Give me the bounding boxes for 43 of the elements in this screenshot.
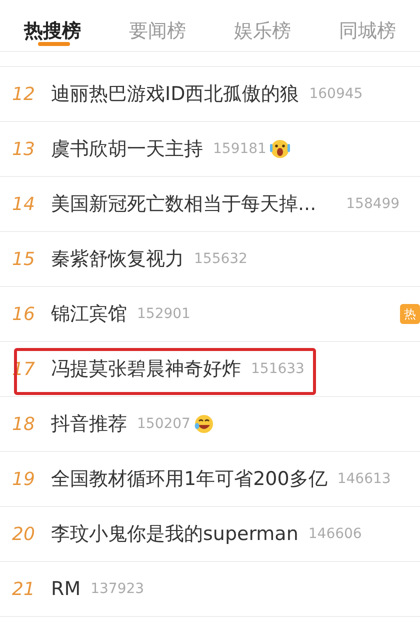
topic-row[interactable]: 12 迪丽热巴游戏ID西北孤傲的狼 160945 xyxy=(0,67,420,122)
topic-title[interactable]: 李玟小鬼你是我的superman xyxy=(51,520,298,548)
search-count: 151633 xyxy=(251,360,304,378)
topic-title[interactable]: 秦紫舒恢复视力 xyxy=(51,244,184,274)
topic-title[interactable]: 抖音推荐 xyxy=(51,410,127,438)
topic-row[interactable]: 16 锦江宾馆 152901 热 xyxy=(0,287,420,342)
topic-title[interactable]: RM xyxy=(51,574,81,604)
topic-row[interactable]: 18 抖音推荐 150207 xyxy=(0,397,420,452)
topic-title[interactable]: 冯提莫张碧晨神奇好炸 xyxy=(51,354,241,384)
tab[interactable]: 热搜榜 xyxy=(0,0,105,52)
search-count: 160945 xyxy=(309,84,363,104)
rank-number: 16 xyxy=(12,302,36,326)
laughing-emoji-icon xyxy=(194,414,214,434)
search-count: 155632 xyxy=(194,250,248,268)
search-count: 146613 xyxy=(337,470,391,488)
topic-title[interactable]: 锦江宾馆 xyxy=(51,300,127,328)
topic-row[interactable]: 20 李玟小鬼你是我的superman 146606 xyxy=(0,507,420,562)
rank-number: 13 xyxy=(12,138,36,162)
rank-number: 14 xyxy=(12,192,36,216)
topic-row[interactable]: 19 全国教材循环用1年可省200多亿 146613 xyxy=(0,452,420,507)
rank-number: 15 xyxy=(12,248,36,272)
topic-title[interactable]: 全国教材循环用1年可省200多亿 xyxy=(51,464,328,494)
rank-number: 18 xyxy=(12,412,36,436)
search-count: 159181 xyxy=(213,140,266,158)
topic-title[interactable]: 美国新冠死亡数相当于每天掉... xyxy=(51,190,316,218)
hot-badge: 热 xyxy=(400,304,420,324)
active-tab-indicator xyxy=(38,42,70,46)
search-count: 146606 xyxy=(308,524,362,544)
search-count: 137923 xyxy=(90,580,144,598)
topic-row[interactable]: 13 虞书欣胡一天主持 159181 xyxy=(0,122,420,177)
topic-title[interactable]: 虞书欣胡一天主持 xyxy=(51,134,203,164)
shocked-emoji-icon xyxy=(270,139,290,159)
rank-number: 21 xyxy=(12,578,36,602)
search-count: 150207 xyxy=(137,414,190,434)
topic-title[interactable]: 迪丽热巴游戏ID西北孤傲的狼 xyxy=(51,80,300,108)
topic-row[interactable]: 21 RM 137923 xyxy=(0,562,420,617)
rank-number: 19 xyxy=(12,468,36,492)
topic-row[interactable]: 14 美国新冠死亡数相当于每天掉... 158499 xyxy=(0,177,420,232)
rank-number: 12 xyxy=(12,82,36,106)
rank-number: 20 xyxy=(12,522,36,546)
topic-row[interactable]: 15 秦紫舒恢复视力 155632 xyxy=(0,232,420,287)
search-count: 152901 xyxy=(137,304,190,324)
search-count: 158499 xyxy=(346,194,400,214)
